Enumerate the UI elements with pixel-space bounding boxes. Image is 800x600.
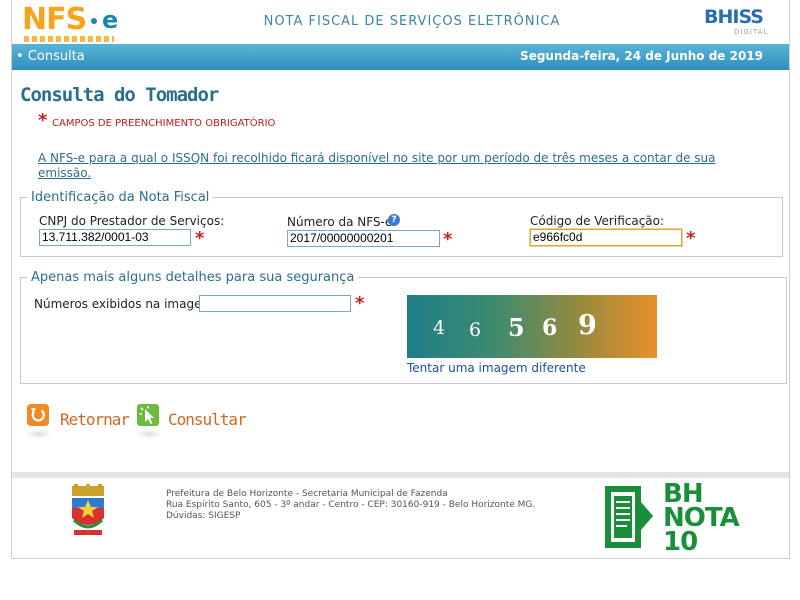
button-shadow [136, 429, 162, 439]
captcha-label: Números exibidos na imagem: [34, 297, 218, 311]
nfse-logo-e: e [102, 6, 119, 34]
captcha-image: 4 6 5 6 9 [407, 295, 657, 358]
logo-squares-icon [24, 36, 114, 42]
refresh-captcha-link[interactable]: Tentar uma imagem diferente [407, 361, 586, 375]
submit-button-label: Consultar [168, 410, 247, 429]
header: NFS e NOTA FISCAL DE SERVIÇOS ELETRÔNICA… [12, 0, 789, 44]
verification-code-label: Código de Verificação: [530, 214, 665, 228]
help-icon[interactable]: ? [388, 214, 400, 226]
back-button[interactable]: Retornar [26, 403, 130, 439]
submit-button[interactable]: Consultar [136, 403, 247, 439]
footer-line: Prefeitura de Belo Horizonte - Secretari… [166, 489, 448, 499]
footer-divider [12, 472, 789, 478]
security-fieldset: Apenas mais alguns detalhes para sua seg… [20, 270, 787, 384]
captcha-digit: 4 [433, 317, 446, 339]
button-shadow [26, 429, 52, 439]
required-star-icon: * [355, 293, 365, 314]
page-title: Consulta do Tomador [20, 84, 219, 106]
nav-bar: • Consulta Segunda-feira, 24 de Junho de… [12, 44, 789, 70]
bhiss-logo-sub: DIGITAL [734, 28, 769, 36]
verification-code-input[interactable]: e966fc0d [530, 229, 682, 246]
back-button-label: Retornar [60, 410, 130, 429]
footer-line: Dúvidas: SIGESP [166, 511, 241, 521]
captcha-digit: 6 [469, 319, 482, 341]
page-frame: NFS e NOTA FISCAL DE SERVIÇOS ELETRÔNICA… [11, 0, 790, 559]
captcha-digit: 5 [508, 313, 525, 342]
required-star-icon: * [38, 110, 48, 131]
identification-legend: Identificação da Nota Fiscal [31, 190, 210, 205]
info-link[interactable]: A NFS-e para a qual o ISSQN foi recolhid… [38, 151, 738, 181]
bhiss-logo-text: BHISS [704, 6, 764, 28]
return-arrow-icon [27, 404, 49, 426]
captcha-input[interactable] [199, 295, 351, 312]
nfse-number-input[interactable]: 2017/00000000201 [287, 230, 440, 247]
required-note: CAMPOS DE PREENCHIMENTO OBRIGATÓRIO [52, 118, 276, 129]
footer-address: Prefeitura de Belo Horizonte - Secretari… [166, 489, 535, 522]
bh-nota-10-logo: BH NOTA 10 [601, 480, 741, 556]
nfse-logo-text: NFS [22, 2, 87, 37]
nfse-logo: NFS e [22, 2, 132, 42]
required-star-icon: * [195, 228, 205, 249]
coat-of-arms-icon [72, 484, 104, 535]
header-title: NOTA FISCAL DE SERVIÇOS ELETRÔNICA [263, 14, 561, 29]
required-star-icon: * [686, 228, 696, 249]
nfse-number-label: Número da NFS-e: [287, 215, 397, 229]
cnpj-label: CNPJ do Prestador de Serviços: [39, 214, 225, 228]
cnpj-input[interactable]: 13.711.382/0001-03 [39, 229, 191, 246]
security-legend: Apenas mais alguns detalhes para sua seg… [31, 270, 355, 285]
document-icon [605, 486, 653, 548]
click-cursor-icon [137, 404, 159, 426]
logo-dot-icon [91, 18, 97, 24]
required-star-icon: * [443, 229, 453, 250]
current-date: Segunda-feira, 24 de Junho de 2019 [520, 49, 763, 63]
bh-logo-line: 10 [663, 527, 698, 557]
bhiss-logo: BHISS DIGITAL [704, 6, 784, 40]
captcha-digit: 6 [542, 315, 558, 341]
footer-line: Rua Espírito Santo, 605 - 3º andar - Cen… [166, 500, 536, 510]
nav-item-consulta[interactable]: • Consulta [16, 49, 85, 64]
captcha-digit: 9 [578, 310, 597, 341]
